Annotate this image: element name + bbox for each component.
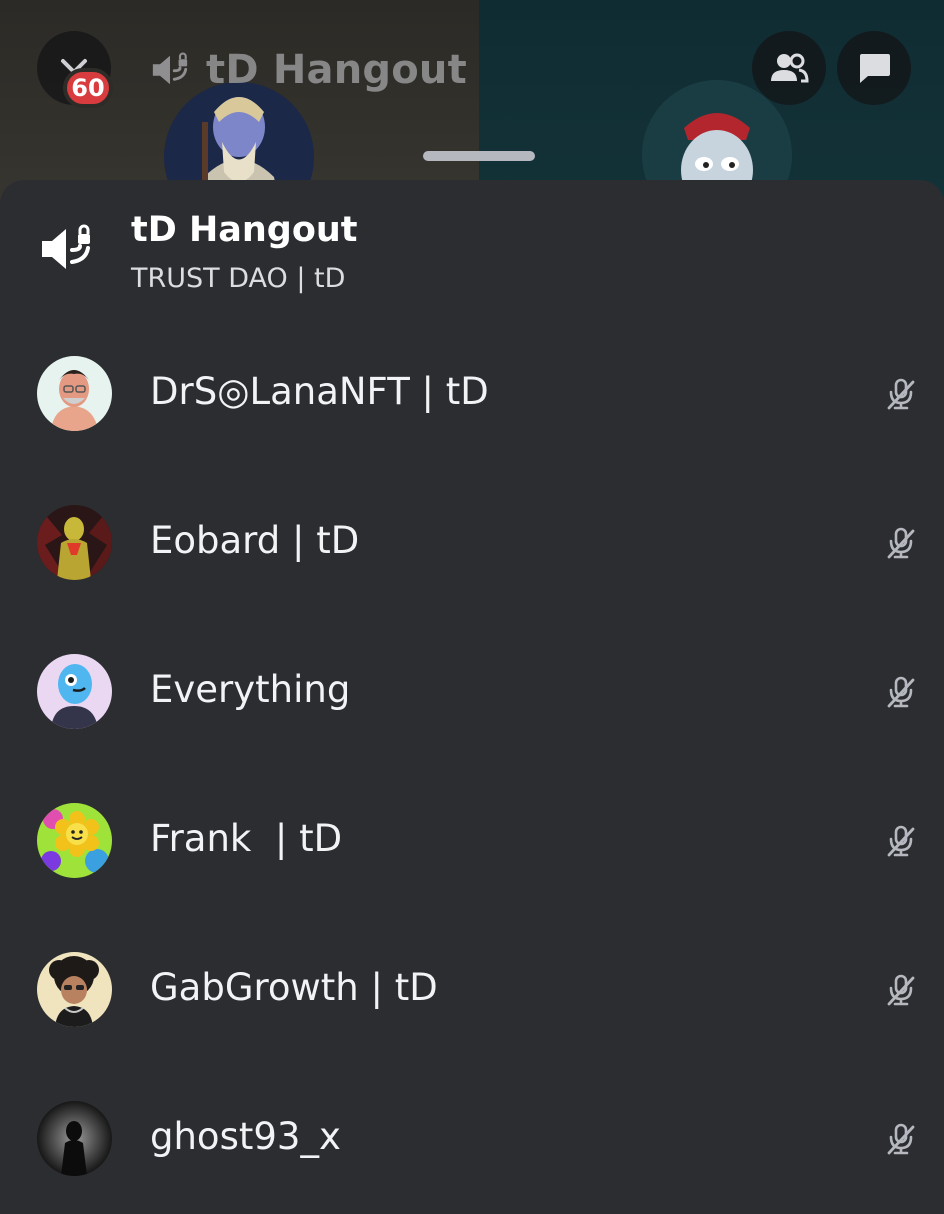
avatar — [37, 654, 112, 729]
participant-name: DrS◎LanaNFT | tD — [150, 370, 489, 413]
stage-header: tD Hangout — [150, 44, 467, 96]
participant-name: Everything — [150, 668, 351, 711]
participant-row[interactable]: ghost93_x — [0, 1065, 944, 1214]
sheet-drag-handle[interactable] — [423, 151, 535, 161]
participant-row[interactable]: Everything — [0, 618, 944, 767]
members-button[interactable] — [752, 31, 826, 105]
mic-off-icon — [884, 377, 918, 411]
avatar — [37, 803, 112, 878]
participant-name: GabGrowth | tD — [150, 966, 438, 1009]
server-name: TRUST DAO | tD — [131, 263, 346, 294]
participant-name: Eobard | tD — [150, 519, 360, 562]
voice-locked-icon — [150, 52, 190, 88]
participant-name: ghost93_x — [150, 1115, 341, 1158]
avatar — [37, 952, 112, 1027]
mic-off-icon — [884, 1122, 918, 1156]
sheet-header: tD Hangout TRUST DAO | tD — [0, 180, 944, 320]
notification-badge: 60 — [63, 68, 113, 108]
participant-row[interactable]: DrS◎LanaNFT | tD — [0, 320, 944, 469]
avatar — [37, 1101, 112, 1176]
sheet-title: tD Hangout — [131, 210, 358, 250]
chat-bubble-icon — [856, 51, 892, 85]
mic-off-icon — [884, 824, 918, 858]
participant-row[interactable]: Eobard | tD — [0, 469, 944, 618]
channel-title: tD Hangout — [206, 47, 467, 93]
participant-list: DrS◎LanaNFT | tD Eobard | tD Everything … — [0, 320, 944, 1214]
voice-locked-icon — [38, 224, 94, 274]
participant-name: Frank | tD — [150, 817, 343, 860]
video-stage: 60 tD Hangout — [0, 0, 944, 200]
participant-row[interactable]: Frank | tD — [0, 767, 944, 916]
avatar — [37, 356, 112, 431]
mic-off-icon — [884, 526, 918, 560]
mic-off-icon — [884, 675, 918, 709]
avatar — [37, 505, 112, 580]
voice-channel-sheet: tD Hangout TRUST DAO | tD DrS◎LanaNFT | … — [0, 180, 944, 1200]
people-icon — [769, 51, 809, 85]
participant-row[interactable]: GabGrowth | tD — [0, 916, 944, 1065]
mic-off-icon — [884, 973, 918, 1007]
chat-button[interactable] — [837, 31, 911, 105]
